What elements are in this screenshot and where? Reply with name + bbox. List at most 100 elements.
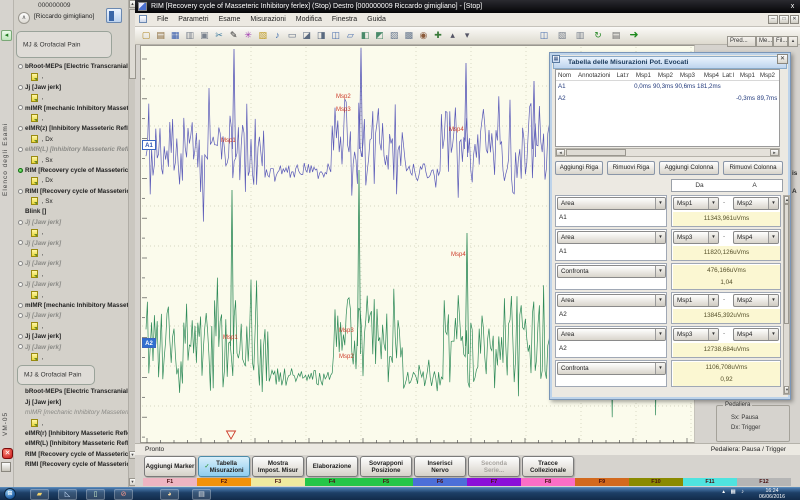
paint-icon[interactable]: ◕ [160, 489, 179, 500]
exam-trace-item[interactable]: , Sx [17, 197, 128, 207]
column-header[interactable]: Msp3 [675, 70, 697, 80]
exam-trace-item[interactable]: , [17, 228, 128, 238]
close-document-button[interactable]: ✕ [790, 15, 799, 24]
column-fil-header[interactable]: Fil... [773, 36, 788, 47]
start-button[interactable]: ⊞ [4, 488, 16, 500]
exam-item[interactable]: Jj [Jaw jerk] [17, 398, 128, 408]
column-header[interactable]: Msp2 [757, 70, 777, 80]
exam-trace-item[interactable]: , [17, 270, 128, 280]
table-hscrollbar[interactable]: ◄ ► [555, 148, 780, 157]
column-header[interactable]: Nom [556, 70, 576, 80]
pen-icon[interactable]: ✎ [227, 29, 241, 43]
rimuovi-colonna-button[interactable]: Rimuovi Colonna [723, 161, 783, 175]
print-icon[interactable]: ▤ [154, 29, 168, 43]
cut-icon[interactable]: ✂ [212, 29, 226, 43]
column-header[interactable]: Msp1 [736, 70, 757, 80]
fn-strip-f6[interactable]: F6 [413, 478, 467, 486]
scroll-up-icon[interactable]: ▴ [446, 29, 460, 43]
dialog-scroll-up-icon[interactable]: ▲ [784, 196, 789, 204]
range-to-select[interactable]: Msp2▼ [733, 197, 779, 210]
window-view-icon[interactable]: ◫ [537, 29, 551, 43]
fn-button-f8[interactable]: Tracce Collezionale [522, 456, 574, 477]
menu-modifica[interactable]: Modifica [291, 13, 327, 27]
exam-item[interactable]: RIM [Recovery cycle of Masseteric Inhib [17, 166, 128, 176]
window-close-icon[interactable]: x [787, 1, 798, 12]
collapse-patient-button[interactable]: ∧ [18, 12, 30, 24]
fn-button-f6[interactable]: Inserisci Nervo [414, 456, 466, 477]
exam-item[interactable]: Blink [] [17, 207, 128, 217]
exam-trace-item[interactable]: , [17, 93, 128, 103]
system-tray[interactable]: ▴ ▦ ♪ [722, 489, 746, 495]
exam-list-tab[interactable]: Elenco degli Esami [2, 46, 9, 196]
dialog-vscrollbar[interactable]: ▲ ▼ [783, 195, 790, 395]
exam-item[interactable]: RIMI [Recovery cycle of Masseteric Inhib… [17, 460, 128, 470]
column-me-header[interactable]: Me... [756, 36, 773, 47]
hscroll-thumb[interactable] [566, 149, 626, 156]
refresh-icon[interactable]: ↻ [591, 29, 605, 43]
report-icon[interactable]: ▥ [183, 29, 197, 43]
exam-item[interactable]: Jj [Jaw jerk] [17, 239, 128, 249]
measure-type-select[interactable]: Confronta▼ [557, 265, 666, 278]
hidden-app-icon[interactable] [1, 462, 11, 472]
exam-item[interactable]: Jj [Jaw jerk] [17, 311, 128, 321]
exam-item[interactable]: eIMR(L) [Inhibitory Masseteric Reflex] [17, 439, 128, 449]
restore-button[interactable]: □ [779, 15, 789, 24]
measure-type-select[interactable]: Confronta▼ [557, 362, 666, 375]
channel-a2-label[interactable]: A2 [142, 338, 156, 348]
fn-strip-f2[interactable]: F2 [197, 478, 251, 486]
dialog-scroll-down-icon[interactable]: ▼ [784, 386, 789, 394]
exam-item[interactable]: eIMR(L) [Inhibitory Masseteric Reflex] [17, 145, 128, 155]
exam-item[interactable]: RIMI [Recovery cycle of Masseteric Inhi [17, 187, 128, 197]
exit-icon[interactable]: ➜ [627, 29, 641, 43]
grid-small-icon[interactable]: ▩ [402, 29, 416, 43]
fn-strip-f1[interactable]: F1 [143, 478, 197, 486]
fn-button-f3[interactable]: Mostra Impost. Misur [252, 456, 304, 477]
measure-type-select[interactable]: Area▼ [557, 231, 666, 244]
new-icon[interactable]: ▢ [139, 29, 153, 43]
marker-icon[interactable]: ✳ [241, 29, 255, 43]
column-pred-header[interactable]: Pred... [727, 36, 756, 47]
app-emg-icon[interactable]: ◺ [58, 489, 77, 500]
range-from-select[interactable]: Msp3▼ [673, 328, 719, 341]
fn-strip-f4[interactable]: F4 [305, 478, 359, 486]
print-small-icon[interactable]: ▤ [609, 29, 623, 43]
table-icon[interactable]: ▦ [168, 29, 182, 43]
column-header[interactable]: Msp2 [653, 70, 675, 80]
import-trace-icon[interactable]: ◩ [373, 29, 387, 43]
fn-button-f7[interactable]: Seconda Serie... [468, 456, 520, 477]
column-header[interactable]: Msp1 [631, 70, 653, 80]
exam-trace-item[interactable]: , [17, 114, 128, 124]
table-row[interactable]: A2-0,3ms89,7ms [556, 93, 779, 105]
aggiungi-colonna-button[interactable]: Aggiungi Colonna [659, 161, 719, 175]
fn-strip-f7[interactable]: F7 [467, 478, 521, 486]
measure-type-select[interactable]: Area▼ [557, 328, 666, 341]
exam-trace-item[interactable]: , [17, 353, 128, 363]
scroll-right-icon[interactable]: ► [770, 149, 779, 156]
fn-strip-f11[interactable]: F11 [683, 478, 737, 486]
record-icon[interactable]: ◉ [416, 29, 430, 43]
range-from-select[interactable]: Msp1▼ [673, 197, 719, 210]
minimize-button[interactable]: ─ [768, 15, 778, 24]
fn-strip-f5[interactable]: F5 [359, 478, 413, 486]
menu-parametri[interactable]: Parametri [173, 13, 213, 27]
dialog-close-icon[interactable]: ✕ [777, 54, 788, 64]
fn-strip-f9[interactable]: F9 [575, 478, 629, 486]
fn-strip-f10[interactable]: F10 [629, 478, 683, 486]
copy-window-icon[interactable]: ▨ [387, 29, 401, 43]
close-panel-icon[interactable]: ✕ [2, 448, 13, 459]
dialog-scroll-thumb[interactable] [784, 204, 789, 324]
explorer-icon[interactable]: ▰ [30, 489, 49, 500]
menu-misurazioni[interactable]: Misurazioni [245, 13, 290, 27]
column-header[interactable]: Msp4 [697, 70, 721, 80]
panel-scroll-up-icon[interactable]: ▴ [788, 36, 798, 47]
window-cascade-icon[interactable]: ▱ [343, 29, 357, 43]
exam-item[interactable]: RIM [Recovery cycle of Masseteric Inhibi… [17, 450, 128, 460]
exam-item[interactable]: Jj [Jaw jerk] [17, 332, 128, 342]
export-trace-icon[interactable]: ◧ [358, 29, 372, 43]
menu-guida[interactable]: Guida [362, 13, 391, 27]
rimuovi-riga-button[interactable]: Rimuovi Riga [607, 161, 655, 175]
fn-strip-f8[interactable]: F8 [521, 478, 575, 486]
range-to-select[interactable]: Msp4▼ [733, 231, 779, 244]
exam-item[interactable]: Jj [Jaw jerk] [17, 280, 128, 290]
fn-strip-f12[interactable]: F12 [737, 478, 791, 486]
